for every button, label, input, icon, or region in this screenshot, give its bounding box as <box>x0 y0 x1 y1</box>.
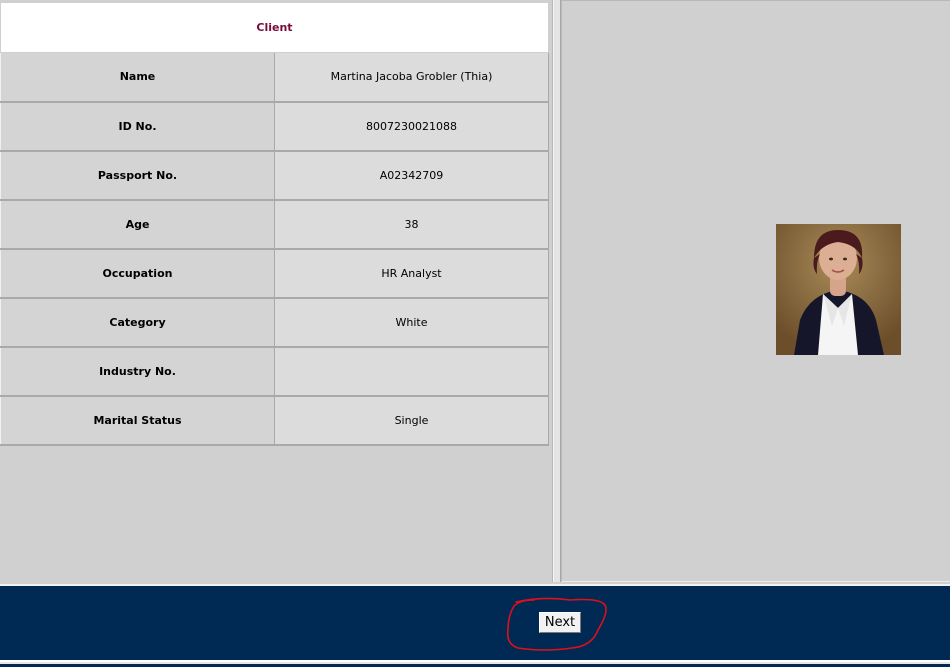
id-number-label: ID No. <box>0 101 275 152</box>
client-details-window: Client Name Martina Jacoba Grobler (Thia… <box>0 0 950 667</box>
client-details-table: Client Name Martina Jacoba Grobler (Thia… <box>0 2 549 446</box>
category-value: White <box>274 297 549 348</box>
client-photo-icon <box>776 224 901 355</box>
passport-number-value: A02342709 <box>274 150 549 201</box>
name-label: Name <box>0 52 275 103</box>
table-row: Category White <box>0 297 549 348</box>
age-label: Age <box>0 199 275 250</box>
footer-bar <box>0 584 950 660</box>
table-row: Age 38 <box>0 199 549 250</box>
table-row: Occupation HR Analyst <box>0 248 549 299</box>
passport-number-label: Passport No. <box>0 150 275 201</box>
client-header-row: Client <box>0 2 549 53</box>
table-row: Name Martina Jacoba Grobler (Thia) <box>0 52 549 103</box>
table-row: Industry No. <box>0 346 549 397</box>
table-row: ID No. 8007230021088 <box>0 101 549 152</box>
age-value: 38 <box>274 199 549 250</box>
next-button[interactable]: Next <box>539 612 581 633</box>
occupation-value: HR Analyst <box>274 248 549 299</box>
industry-number-value <box>274 346 549 397</box>
photo-pane <box>561 0 950 582</box>
pane-splitter[interactable] <box>553 0 561 582</box>
marital-status-value: Single <box>274 395 549 446</box>
table-row: Passport No. A02342709 <box>0 150 549 201</box>
industry-number-label: Industry No. <box>0 346 275 397</box>
name-value: Martina Jacoba Grobler (Thia) <box>274 52 549 103</box>
client-details-pane: Client Name Martina Jacoba Grobler (Thia… <box>0 0 553 582</box>
client-photo-icon-graphic <box>776 224 901 355</box>
marital-status-label: Marital Status <box>0 395 275 446</box>
occupation-label: Occupation <box>0 248 275 299</box>
client-header: Client <box>0 2 549 53</box>
category-label: Category <box>0 297 275 348</box>
table-row: Marital Status Single <box>0 395 549 446</box>
id-number-value: 8007230021088 <box>274 101 549 152</box>
